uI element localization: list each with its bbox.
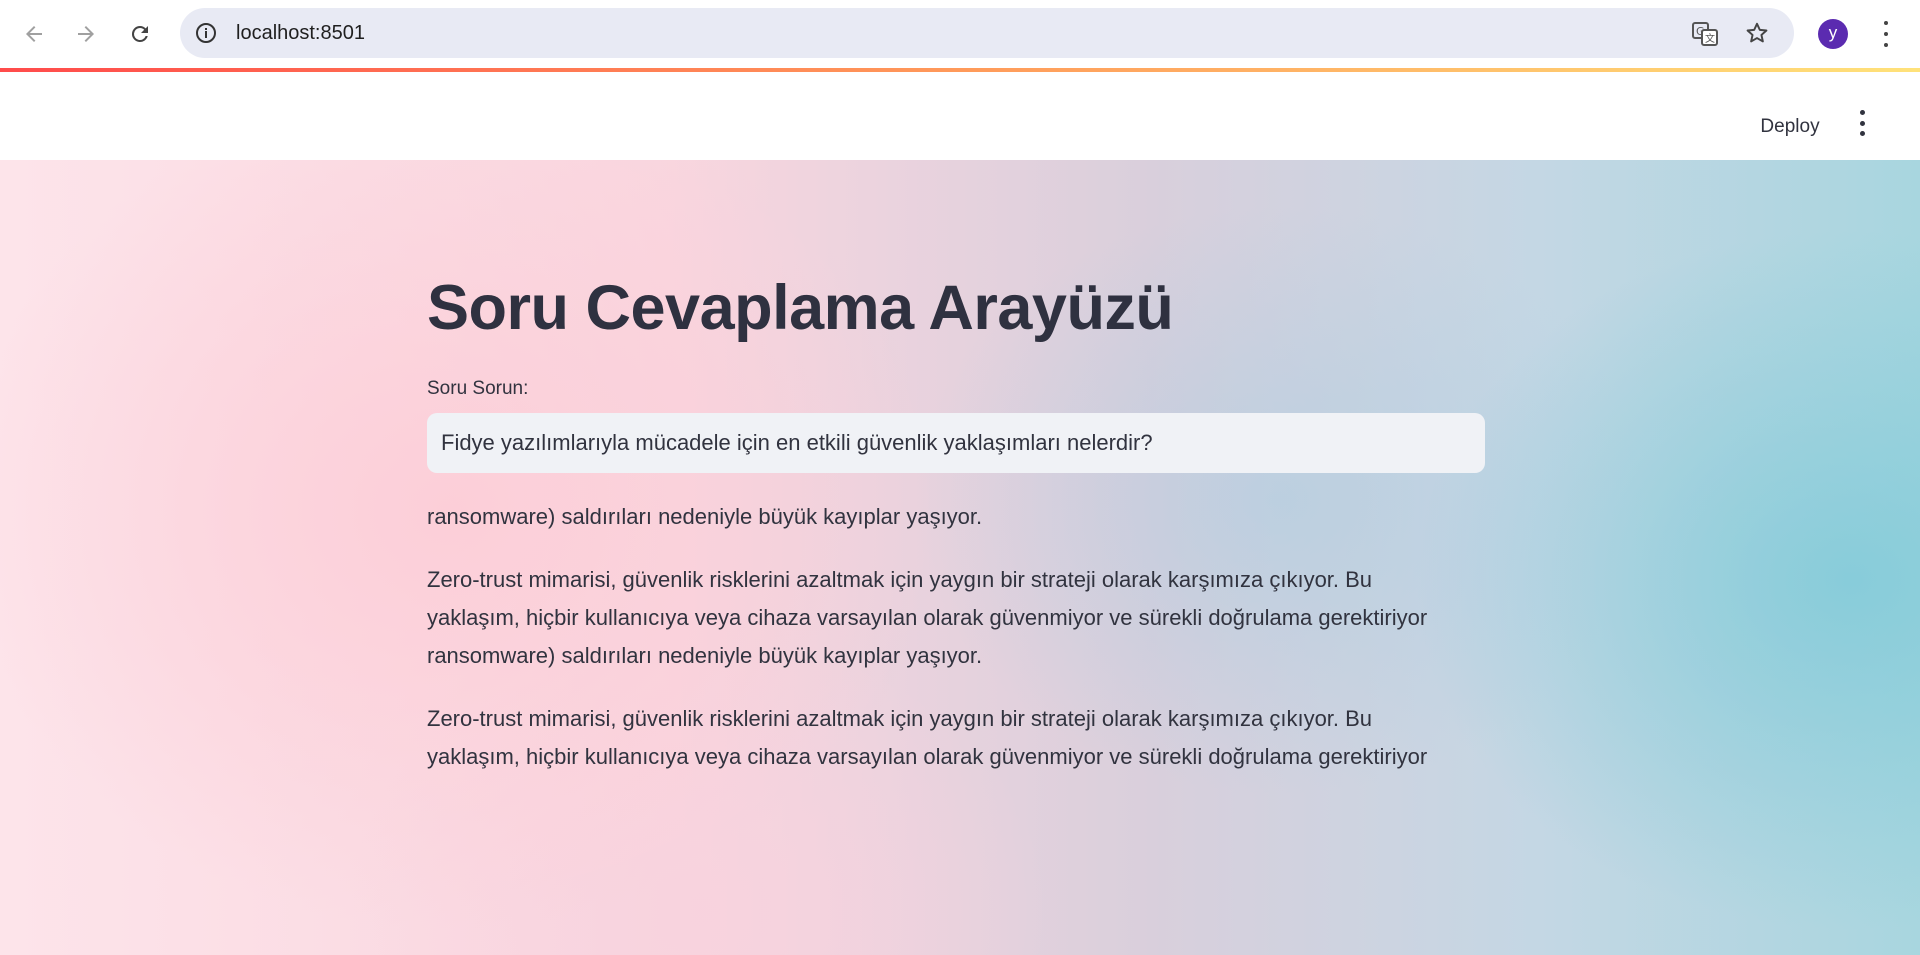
app-menu-icon[interactable] bbox=[1852, 110, 1872, 136]
reload-icon bbox=[131, 25, 148, 42]
main-content: Soru Cevaplama Arayüzü Soru Sorun: ranso… bbox=[0, 160, 1920, 955]
browser-toolbar: localhost:8501 G文 y bbox=[0, 0, 1920, 68]
url-text[interactable]: localhost:8501 bbox=[236, 8, 365, 58]
back-arrow-icon bbox=[26, 26, 42, 42]
answer-line: Zero-trust mimarisi, güvenlik risklerini… bbox=[427, 567, 1373, 592]
profile-avatar[interactable]: y bbox=[1818, 19, 1848, 49]
forward-arrow-icon bbox=[78, 26, 94, 42]
svg-text:文: 文 bbox=[1705, 32, 1715, 45]
translate-icon[interactable]: G文 bbox=[1692, 21, 1718, 47]
forward-button[interactable] bbox=[66, 14, 106, 54]
answer-line: ransomware) saldırıları nedeniyle büyük … bbox=[427, 504, 983, 529]
back-button[interactable] bbox=[14, 14, 54, 54]
answer-line: ransomware) saldırıları nedeniyle büyük … bbox=[427, 643, 983, 668]
page-title: Soru Cevaplama Arayüzü bbox=[427, 273, 1174, 343]
answer-line: Zero-trust mimarisi, güvenlik risklerini… bbox=[427, 706, 1373, 731]
question-input[interactable] bbox=[427, 413, 1485, 473]
address-bar[interactable]: localhost:8501 G文 bbox=[180, 8, 1794, 58]
answer-line: yaklaşım, hiçbir kullanıcıya veya cihaza… bbox=[427, 744, 1428, 769]
answer-line: yaklaşım, hiçbir kullanıcıya veya cihaza… bbox=[427, 605, 1428, 630]
browser-menu-icon[interactable] bbox=[1876, 17, 1896, 51]
reload-button[interactable] bbox=[120, 14, 160, 54]
app-header: Deploy bbox=[0, 72, 1920, 160]
deploy-button[interactable]: Deploy bbox=[1746, 110, 1834, 144]
site-info-icon[interactable] bbox=[194, 21, 218, 45]
bookmark-star-icon[interactable] bbox=[1744, 20, 1770, 46]
question-label: Soru Sorun: bbox=[427, 378, 529, 399]
